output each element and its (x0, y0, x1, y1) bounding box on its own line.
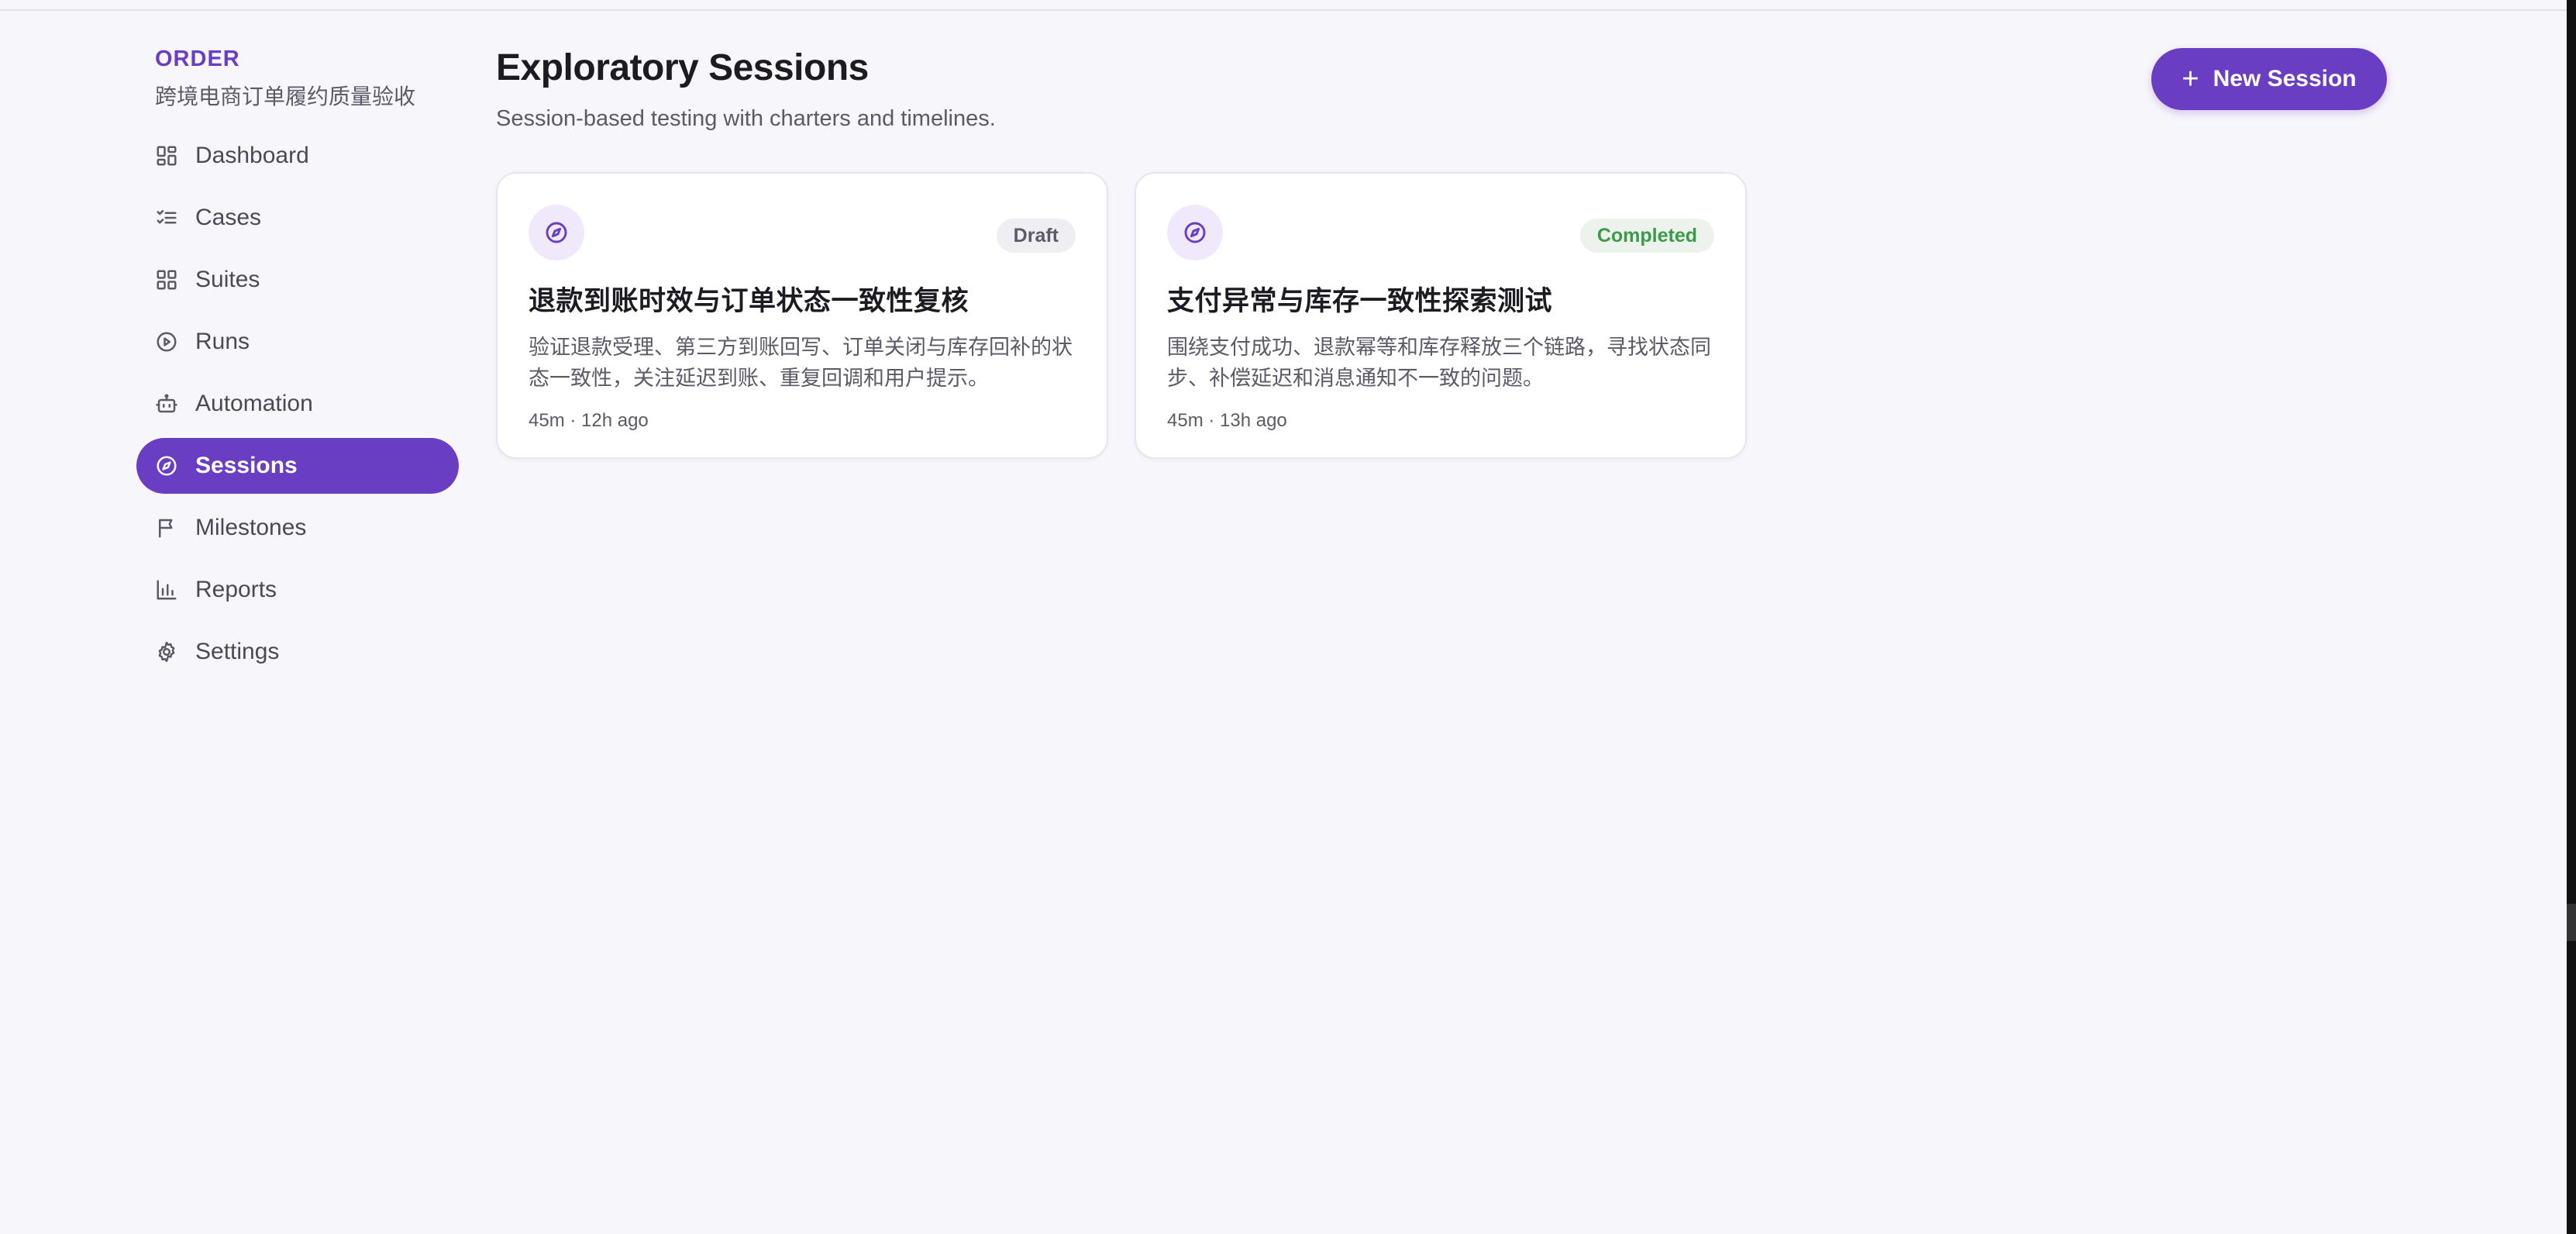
sidebar-item-label: Settings (195, 639, 280, 664)
session-meta: 45m · 13h ago (1167, 410, 1287, 431)
plus-icon: + (2182, 63, 2199, 95)
sidebar-item-label: Runs (195, 329, 250, 354)
bar-chart-icon (155, 578, 178, 601)
brand-name: ORDER (155, 47, 240, 71)
scrollbar-thumb[interactable] (2567, 904, 2576, 941)
sidebar-item-label: Cases (195, 205, 262, 230)
sidebar-item-cases[interactable]: Cases (136, 190, 459, 246)
main-content: Exploratory Sessions Session-based testi… (496, 47, 2387, 132)
page-title: Exploratory Sessions (496, 47, 869, 88)
sidebar-item-runs[interactable]: Runs (136, 314, 459, 370)
sidebar-item-label: Reports (195, 577, 277, 602)
page-subtitle: Session-based testing with charters and … (496, 106, 996, 131)
sidebar: ORDER 跨境电商订单履约质量验收 Dashboard Cases Suite… (136, 47, 459, 686)
status-badge: Completed (1579, 219, 1714, 253)
new-session-button-label: New Session (2213, 66, 2357, 91)
flag-icon (155, 516, 178, 539)
sidebar-item-label: Dashboard (195, 143, 309, 168)
sidebar-item-label: Milestones (195, 515, 307, 540)
sidebar-nav: Dashboard Cases Suites Runs Automation S… (136, 128, 459, 680)
sidebar-item-suites[interactable]: Suites (136, 252, 459, 308)
new-session-button[interactable]: + New Session (2151, 48, 2387, 110)
sidebar-item-reports[interactable]: Reports (136, 562, 459, 618)
compass-icon (1167, 205, 1223, 260)
session-card[interactable]: Completed 支付异常与库存一致性探索测试 围绕支付成功、退款幂等和库存释… (1135, 172, 1747, 459)
sidebar-item-settings[interactable]: Settings (136, 624, 459, 680)
session-card[interactable]: Draft 退款到账时效与订单状态一致性复核 验证退款受理、第三方到账回写、订单… (496, 172, 1108, 459)
brand-subtitle: 跨境电商订单履约质量验收 (155, 84, 416, 109)
play-circle-icon (155, 330, 178, 353)
robot-icon (155, 392, 178, 415)
grid-icon (155, 268, 178, 291)
compass-icon (529, 205, 584, 260)
sidebar-item-label: Automation (195, 391, 313, 416)
sidebar-item-automation[interactable]: Automation (136, 376, 459, 432)
sidebar-item-dashboard[interactable]: Dashboard (136, 128, 459, 184)
sidebar-item-label: Suites (195, 267, 260, 292)
top-divider (0, 9, 2567, 11)
session-title: 支付异常与库存一致性探索测试 (1167, 286, 1553, 317)
checklist-icon (155, 206, 178, 229)
dashboard-icon (155, 144, 178, 167)
session-card-list: Draft 退款到账时效与订单状态一致性复核 验证退款受理、第三方到账回写、订单… (496, 172, 1747, 459)
session-meta: 45m · 12h ago (529, 410, 649, 431)
status-badge: Draft (996, 219, 1076, 253)
sidebar-item-sessions[interactable]: Sessions (136, 438, 459, 494)
app-page: ORDER 跨境电商订单履约质量验收 Dashboard Cases Suite… (0, 0, 2576, 1234)
session-description: 验证退款受理、第三方到账回写、订单关闭与库存回补的状态一致性，关注延迟到账、重复… (529, 336, 1073, 391)
session-title: 退款到账时效与订单状态一致性复核 (529, 286, 969, 317)
sidebar-item-label: Sessions (195, 453, 298, 478)
sidebar-item-milestones[interactable]: Milestones (136, 500, 459, 556)
gear-icon (155, 640, 178, 664)
scrollbar[interactable] (2567, 0, 2576, 1234)
session-description: 围绕支付成功、退款幂等和库存释放三个链路，寻找状态同步、补偿延迟和消息通知不一致… (1167, 336, 1711, 391)
compass-icon (155, 454, 178, 477)
